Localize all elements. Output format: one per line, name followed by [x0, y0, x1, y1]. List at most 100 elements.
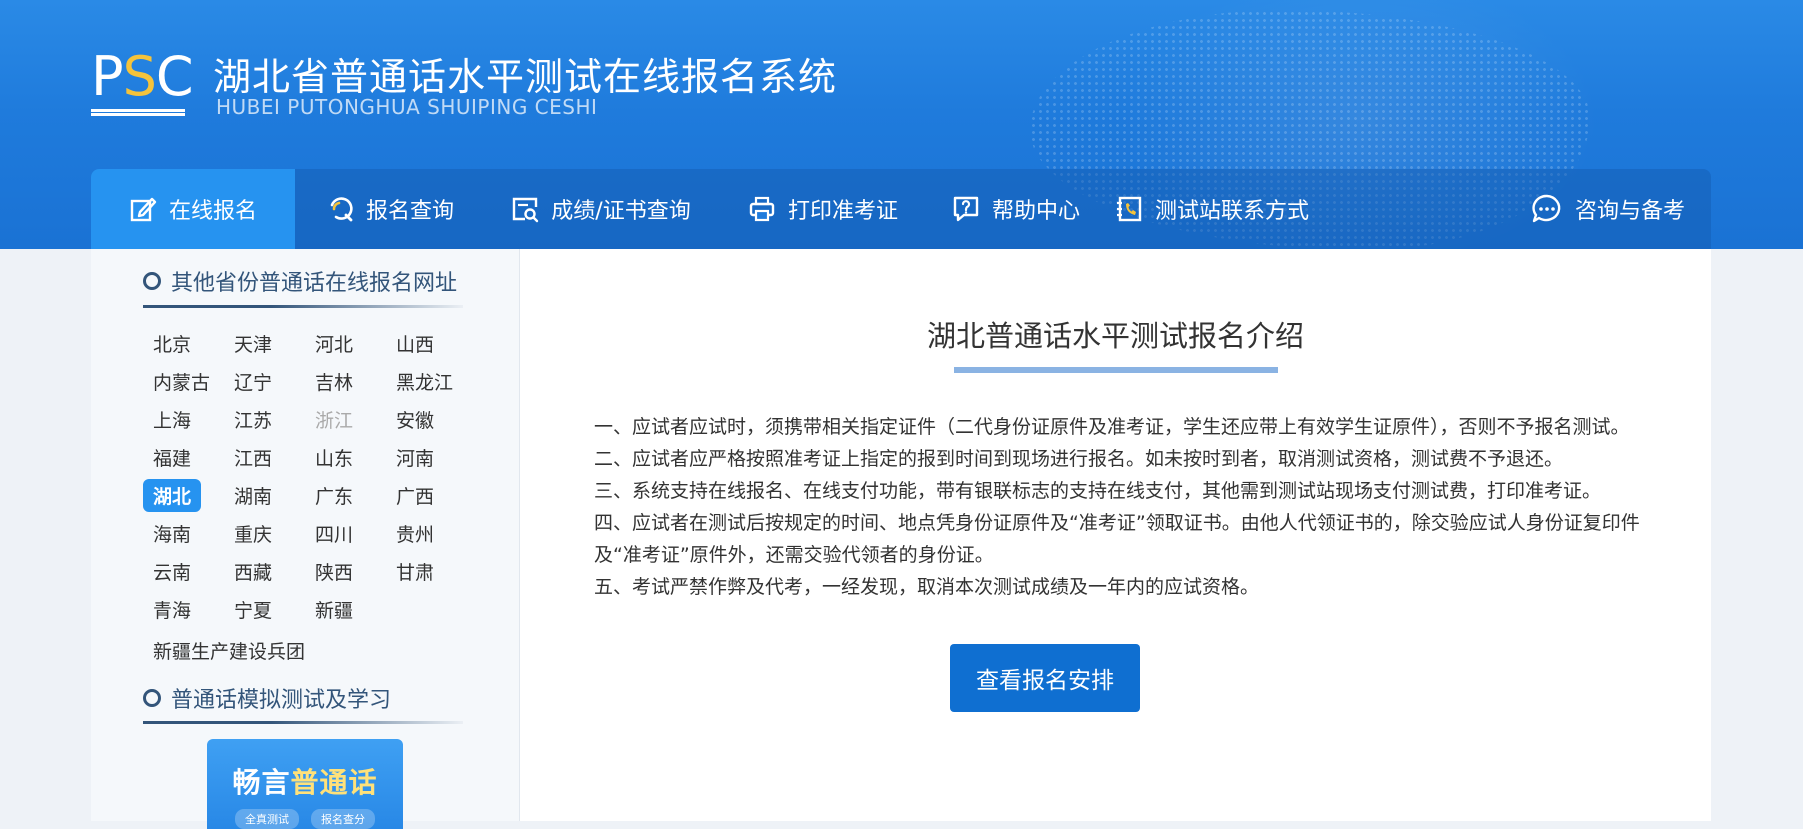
nav-help-center[interactable]: 帮助中心 [929, 169, 1103, 249]
province-link[interactable]: 山东 [305, 438, 386, 476]
section-divider [143, 305, 463, 308]
province-label: 四川 [315, 523, 354, 546]
province-label: 甘肃 [396, 561, 435, 584]
province-link[interactable]: 河南 [386, 438, 467, 476]
province-link[interactable]: 天津 [224, 324, 305, 362]
practice-section-title: 普通话模拟测试及学习 [143, 682, 391, 714]
province-link[interactable]: 吉林 [305, 362, 386, 400]
sidebar: 其他省份普通话在线报名网址 北京 天津 河北 山西内蒙古 辽宁 吉林 黑龙江上海 江苏 浙江 安徽… [91, 249, 520, 829]
province-label: 黑龙江 [396, 371, 454, 394]
province-label: 青海 [153, 599, 192, 622]
intro-paragraph: 一、应试者应试时，须携带相关指定证件（二代身份证原件及准考证，学生还应带上有效学… [594, 416, 1630, 438]
province-label: 云南 [153, 561, 192, 584]
promo-title-prefix: 畅言 [232, 766, 291, 799]
province-link[interactable]: 河北 [305, 324, 386, 362]
provinces-section-title: 其他省份普通话在线报名网址 [143, 265, 457, 297]
province-label: 西藏 [234, 561, 273, 584]
nav-label: 打印准考证 [787, 199, 898, 224]
page-title: 湖北普通话水平测试报名介绍 [926, 319, 1304, 353]
section-divider [143, 721, 463, 724]
nav-consult-prepare[interactable]: 咨询与备考 [1531, 169, 1711, 249]
province-label: 安徽 [396, 409, 435, 432]
province-label: 山东 [315, 447, 354, 470]
intro-paragraph: 三、系统支持在线报名、在线支付功能，带有银联标志的支持在线支付，其他需到测试站现… [594, 480, 1602, 502]
content-area: 其他省份普通话在线报名网址 北京 天津 河北 山西内蒙古 辽宁 吉林 黑龙江上海 江苏 浙江 安徽… [91, 249, 1711, 829]
logo-text: PSC [91, 45, 194, 108]
phone-book-icon [1116, 196, 1142, 222]
section-title-text: 普通话模拟测试及学习 [171, 688, 392, 713]
search-icon [330, 197, 353, 222]
main-panel: 湖北普通话水平测试报名介绍 一、应试者应试时，须携带相关指定证件（二代身份证原件… [520, 249, 1711, 821]
province-label: 宁夏 [234, 599, 273, 622]
promo-title-highlight: 普通话 [290, 766, 378, 799]
province-label: 福建 [153, 447, 192, 470]
province-link[interactable]: 内蒙古 [143, 362, 224, 400]
promo-tags: 全真测试 报名查分 [235, 809, 375, 829]
promo-tag: 报名查分 [311, 809, 375, 829]
ring-bullet-icon [143, 689, 161, 707]
title-underline-bar [954, 367, 1278, 373]
header-banner: PSC 湖北省普通话水平测试在线报名系统 HUBEI PUTONGHUA SHU… [0, 0, 1803, 249]
province-link[interactable]: 浙江 [305, 400, 386, 438]
province-link[interactable]: 上海 [143, 400, 224, 438]
intro-paragraph: 四、应试者在测试后按规定的时间、地点凭身份证原件及“准考证”领取证书。由他人代领… [594, 512, 1640, 566]
nav-score-certificate-query[interactable]: 成绩/证书查询 [485, 169, 717, 249]
intro-paragraph: 二、应试者应严格按照准考证上指定的报到时间到现场进行报名。如未按时到者，取消测试… [594, 448, 1564, 470]
province-link[interactable]: 海南 [143, 514, 224, 552]
promo-title: 畅言普通话 [207, 761, 403, 801]
main-nav: 在线报名 报名查询 成绩/证书查询 打印准考证 帮助中心 测试站联系方式 咨询与… [91, 169, 1711, 249]
province-link[interactable]: 江西 [224, 438, 305, 476]
province-link[interactable]: 安徽 [386, 400, 467, 438]
province-link[interactable]: 福建 [143, 438, 224, 476]
promo-tag: 全真测试 [235, 809, 299, 829]
province-link[interactable]: 广东 [305, 476, 386, 514]
province-link[interactable]: 宁夏 [224, 590, 305, 628]
province-label: 天津 [234, 333, 273, 356]
province-link[interactable]: 甘肃 [386, 552, 467, 590]
province-link[interactable]: 山西 [386, 324, 467, 362]
province-link[interactable]: 江苏 [224, 400, 305, 438]
province-label: 湖南 [234, 485, 273, 508]
province-label: 江西 [234, 447, 273, 470]
province-link[interactable]: 北京 [143, 324, 224, 362]
province-label: 北京 [153, 333, 192, 356]
nav-print-admission-ticket[interactable]: 打印准考证 [717, 169, 929, 249]
province-link[interactable]: 云南 [143, 552, 224, 590]
nav-test-station-contacts[interactable]: 测试站联系方式 [1103, 169, 1321, 249]
province-link[interactable]: 重庆 [224, 514, 305, 552]
nav-online-registration[interactable]: 在线报名 [91, 169, 295, 249]
province-link[interactable]: 西藏 [224, 552, 305, 590]
site-title: 湖北省普通话水平测试在线报名系统 [213, 55, 838, 99]
province-link[interactable]: 贵州 [386, 514, 467, 552]
ring-bullet-icon [143, 272, 161, 290]
province-link[interactable]: 黑龙江 [386, 362, 467, 400]
province-label: 上海 [153, 409, 192, 432]
nav-label: 帮助中心 [991, 199, 1080, 224]
nav-label: 测试站联系方式 [1154, 199, 1309, 224]
nav-label: 报名查询 [365, 199, 454, 224]
province-link[interactable]: 新疆 [305, 590, 386, 628]
province-label: 浙江 [315, 409, 354, 432]
province-link[interactable]: 辽宁 [224, 362, 305, 400]
province-link-bingtuan[interactable]: 新疆生产建设兵团 [153, 637, 305, 664]
province-label: 海南 [153, 523, 192, 546]
province-link[interactable]: 广西 [386, 476, 467, 514]
intro-text: 一、应试者应试时，须携带相关指定证件（二代身份证原件及准考证，学生还应带上有效学… [594, 411, 1654, 603]
province-label: 贵州 [396, 523, 435, 546]
nav-label: 咨询与备考 [1575, 199, 1686, 224]
intro-paragraph: 五、考试严禁作弊及代考，一经发现，取消本次测试成绩及一年内的应试资格。 [594, 576, 1260, 598]
province-link[interactable]: 青海 [143, 590, 224, 628]
province-label: 河南 [396, 447, 435, 470]
view-registration-schedule-button[interactable]: 查看报名安排 [950, 644, 1140, 712]
province-link[interactable]: 湖北 [143, 476, 224, 514]
psc-logo[interactable]: PSC [91, 45, 194, 116]
province-link[interactable]: 湖南 [224, 476, 305, 514]
changyan-promo-banner[interactable]: 畅言普通话 全真测试 报名查分 [207, 739, 403, 829]
nav-registration-query[interactable]: 报名查询 [295, 169, 485, 249]
province-link-grid: 北京 天津 河北 山西内蒙古 辽宁 吉林 黑龙江上海 江苏 浙江 安徽福建 江西 山东 河南湖北 湖南 广东… [143, 324, 473, 628]
province-link[interactable]: 陕西 [305, 552, 386, 590]
province-label: 湖北 [143, 478, 202, 512]
nav-label: 成绩/证书查询 [551, 199, 691, 224]
province-link[interactable]: 四川 [305, 514, 386, 552]
